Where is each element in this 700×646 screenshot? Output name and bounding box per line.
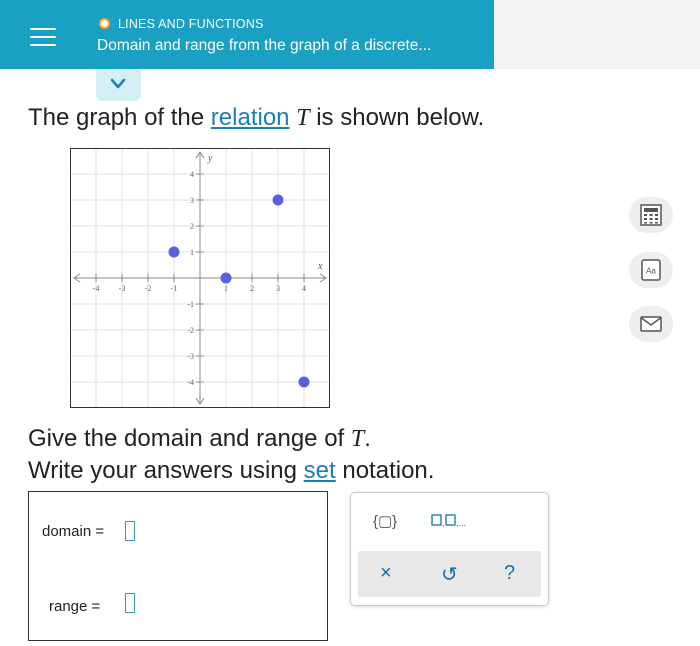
prompt-text-end: is shown below. [309, 104, 485, 131]
glossary-button[interactable]: Aa [629, 252, 673, 288]
data-point [298, 376, 310, 388]
y-tick-label: 4 [190, 170, 194, 179]
domain-label: domain = [42, 523, 105, 540]
question-variable: T [350, 426, 365, 452]
x-tick-label: -4 [93, 284, 100, 293]
calculator-icon [640, 204, 662, 226]
answer-box: domain = range = [28, 491, 328, 641]
svg-text:,...: ,... [456, 518, 466, 528]
y-tick-label: 1 [190, 248, 194, 257]
question-line-2: Write your answers using set notation. [28, 457, 434, 485]
help-button[interactable]: ? [504, 562, 515, 585]
data-point [272, 194, 284, 206]
lesson-subtitle: Domain and range from the graph of a dis… [97, 37, 432, 54]
expand-button[interactable] [96, 69, 141, 101]
question-text-2: Write your answers using [28, 457, 304, 484]
data-point [168, 246, 180, 258]
relation-graph: -4 -3 -2 -1 1 2 3 4 4 3 2 1 -1 -2 -3 -4 x y [70, 148, 330, 408]
list-icon: , ,... [431, 514, 466, 528]
x-tick-label: 2 [250, 284, 254, 293]
calculator-button[interactable] [629, 197, 673, 233]
topic-status-dot [99, 18, 110, 29]
data-point [220, 272, 232, 284]
svg-text:,: , [442, 518, 445, 528]
prompt-text: The graph of the [28, 104, 211, 131]
set-braces-button[interactable]: {▢} [373, 512, 397, 530]
y-tick-label: -1 [187, 300, 194, 309]
question-line-1: Give the domain and range of T. [28, 425, 371, 453]
math-tools-palette: {▢} , ,... × ↺ ? [350, 492, 549, 606]
glossary-icon-text: Aa [646, 267, 656, 276]
topic-title: LINES AND FUNCTIONS [118, 17, 264, 31]
undo-button[interactable]: ↺ [441, 562, 458, 587]
y-tick-label: -2 [187, 326, 194, 335]
x-axis-label: x [317, 261, 323, 272]
domain-input[interactable] [125, 521, 135, 541]
tool-action-bar: × ↺ ? [358, 551, 541, 597]
range-input[interactable] [125, 593, 135, 613]
set-link[interactable]: set [304, 457, 336, 484]
clear-button[interactable]: × [380, 562, 392, 585]
y-tick-label: -4 [187, 378, 194, 387]
question-period: . [364, 425, 371, 452]
x-tick-label: 4 [302, 284, 306, 293]
range-label: range = [49, 598, 101, 615]
question-text-2-end: notation. [335, 457, 435, 484]
x-tick-label: -1 [171, 284, 178, 293]
x-tick-label: -2 [145, 284, 152, 293]
y-axis-label: y [207, 153, 213, 164]
x-tick-label: 1 [224, 284, 228, 293]
question-text-1: Give the domain and range of [28, 425, 351, 452]
header-right-area [494, 0, 700, 69]
y-tick-label: -3 [187, 352, 194, 361]
x-tick-label: 3 [276, 284, 280, 293]
relation-link[interactable]: relation [211, 104, 290, 131]
relation-variable: T [296, 105, 310, 131]
x-tick-label: -3 [119, 284, 126, 293]
list-button[interactable]: , ,... [431, 514, 471, 533]
chevron-down-icon [110, 78, 126, 89]
glossary-icon: Aa [641, 259, 661, 281]
mail-button[interactable] [629, 306, 673, 342]
y-tick-label: 3 [190, 196, 194, 205]
header-bar: LINES AND FUNCTIONS Domain and range fro… [0, 0, 494, 69]
mail-icon [640, 316, 662, 332]
y-tick-label: 2 [190, 222, 194, 231]
problem-prompt: The graph of the relation T is shown bel… [28, 104, 484, 132]
hamburger-menu-icon[interactable] [26, 20, 60, 54]
